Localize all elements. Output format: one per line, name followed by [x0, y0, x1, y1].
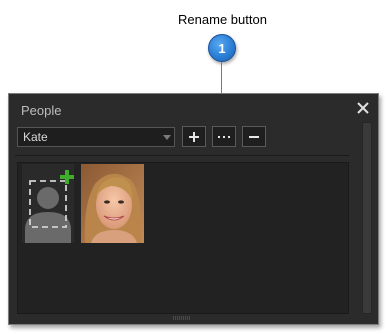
minus-icon — [249, 135, 259, 138]
add-person-button[interactable] — [182, 126, 206, 147]
callout-title: Rename button — [178, 12, 267, 27]
ellipsis-icon — [218, 135, 230, 138]
plus-icon — [189, 131, 199, 142]
resize-grip-icon[interactable] — [173, 316, 191, 320]
vertical-scrollbar[interactable] — [362, 122, 372, 314]
faces-area — [17, 162, 349, 314]
person-select-value: Kate — [23, 130, 48, 144]
callout-badge: 1 — [208, 34, 236, 62]
people-panel: People Kate — [8, 93, 379, 325]
add-person-icon — [22, 164, 74, 243]
chevron-down-icon — [160, 132, 174, 142]
rename-button[interactable] — [212, 126, 236, 147]
toolbar-divider — [15, 155, 349, 156]
close-icon[interactable] — [356, 101, 370, 115]
panel-title: People — [21, 103, 62, 118]
callout-number: 1 — [218, 40, 226, 56]
face-photo[interactable] — [81, 164, 144, 243]
remove-person-button[interactable] — [242, 126, 266, 147]
person-select[interactable]: Kate — [17, 127, 175, 147]
add-person-tile[interactable] — [22, 164, 74, 243]
